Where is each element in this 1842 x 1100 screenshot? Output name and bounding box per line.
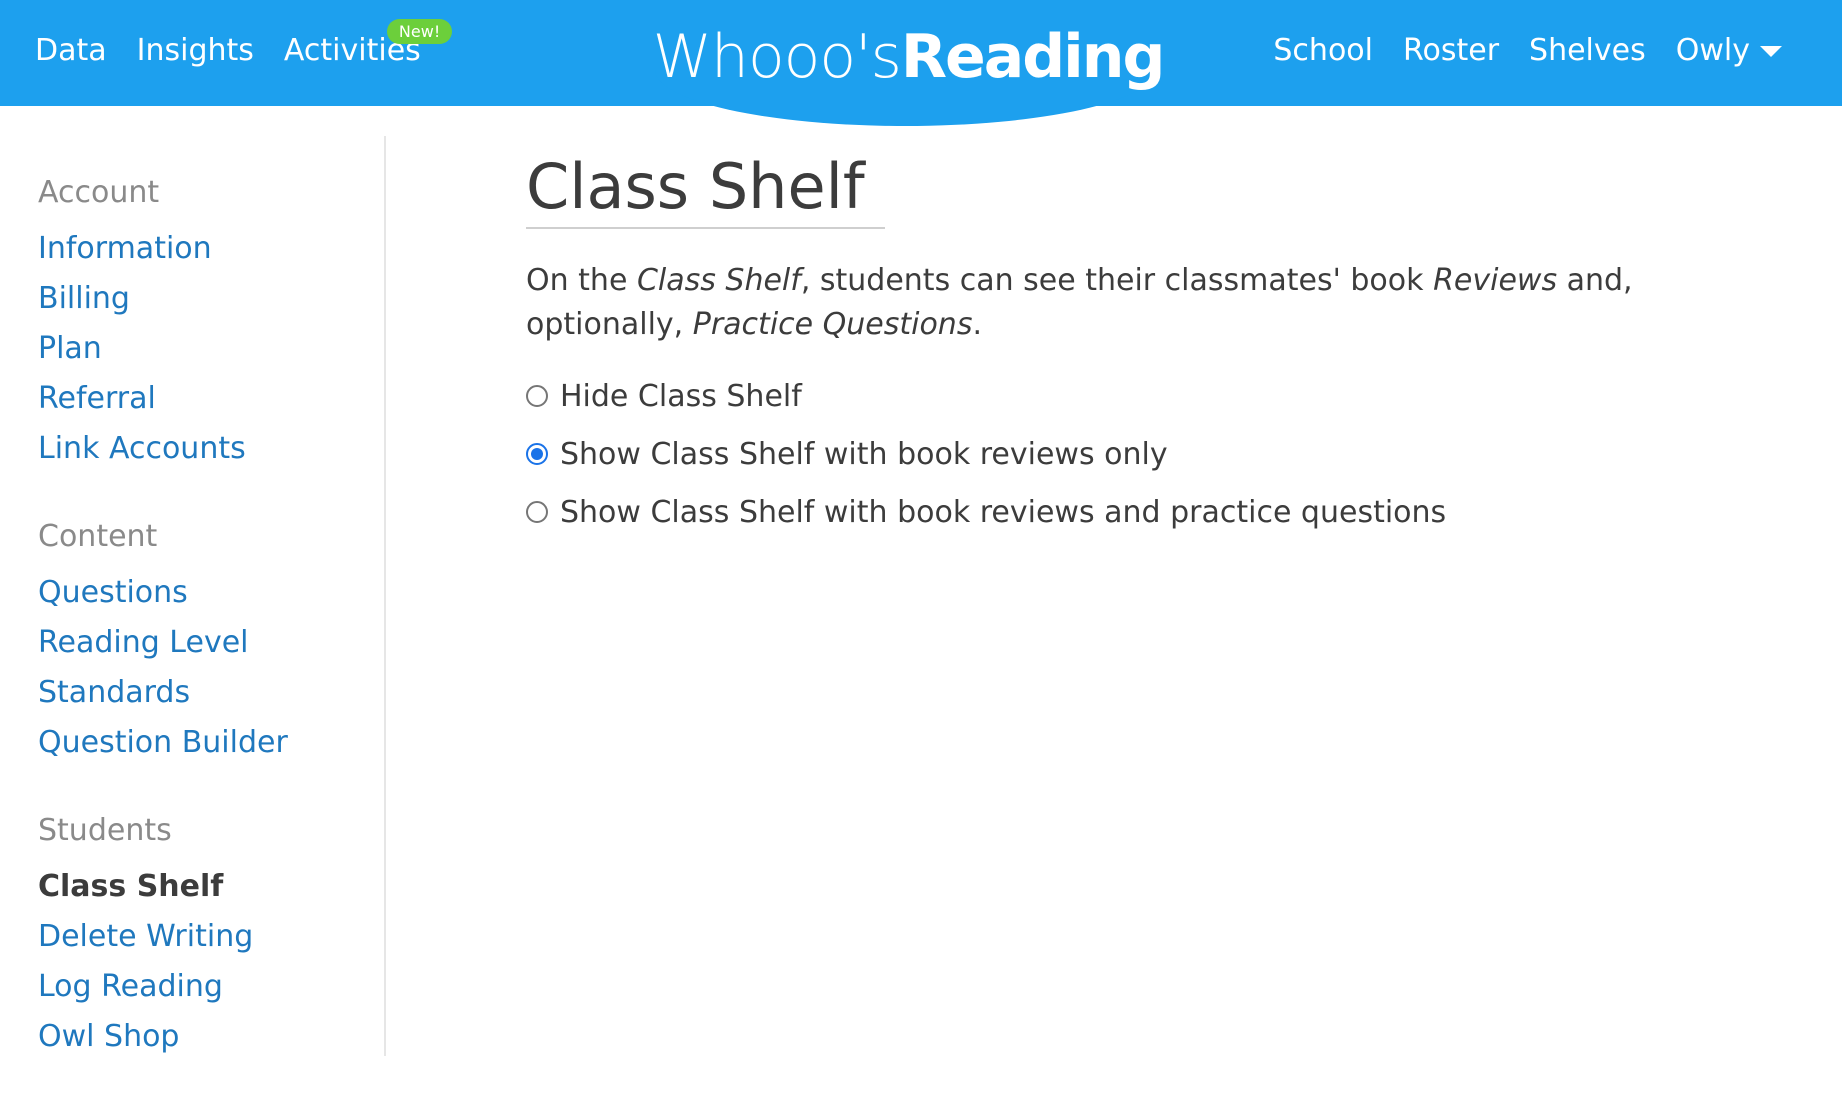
sidebar-heading-account: Account (38, 175, 160, 210)
sidebar-section-students: Students Class Shelf Delete Writing Log … (38, 806, 378, 1062)
sidebar-item-reading-level[interactable]: Reading Level (38, 618, 378, 668)
nav-left-group: Data Insights Activities New! (35, 0, 453, 100)
nav-insights-link[interactable]: Insights (137, 33, 254, 68)
desc-em-reviews: Reviews (1433, 263, 1558, 298)
sidebar-section-content: Content Questions Reading Level Standard… (38, 512, 378, 768)
settings-sidebar: Account Information Billing Plan Referra… (38, 168, 378, 1100)
caret-down-icon (1760, 45, 1782, 57)
whooos-reading-logo[interactable]: Whooo's Reading (653, 16, 1166, 98)
radio-show-reviews-only[interactable] (526, 443, 548, 465)
radio-hide-class-shelf[interactable] (526, 385, 548, 407)
sidebar-item-billing[interactable]: Billing (38, 274, 378, 324)
class-shelf-description: On the Class Shelf, students can see the… (526, 259, 1756, 347)
nav-activities-link[interactable]: Activities New! (284, 18, 453, 68)
sidebar-heading-students: Students (38, 813, 172, 848)
class-shelf-visibility-options: Hide Class Shelf Show Class Shelf with b… (526, 367, 1776, 541)
option-label-reviews-only: Show Class Shelf with book reviews only (560, 436, 1168, 472)
sidebar-item-class-shelf[interactable]: Class Shelf (38, 862, 378, 912)
main-content: Class Shelf On the Class Shelf, students… (526, 150, 1776, 541)
sidebar-item-plan[interactable]: Plan (38, 324, 378, 374)
sidebar-heading-content: Content (38, 519, 158, 554)
sidebar-item-delete-writing[interactable]: Delete Writing (38, 912, 378, 962)
sidebar-section-account: Account Information Billing Plan Referra… (38, 168, 378, 474)
desc-em-class-shelf: Class Shelf (636, 263, 801, 298)
option-label-reviews-and-questions: Show Class Shelf with book reviews and p… (560, 494, 1447, 530)
sidebar-item-referral[interactable]: Referral (38, 374, 378, 424)
sidebar-item-question-builder[interactable]: Question Builder (38, 718, 378, 768)
option-hide-class-shelf[interactable]: Hide Class Shelf (526, 367, 1776, 425)
sidebar-item-information[interactable]: Information (38, 224, 378, 274)
sidebar-item-standards[interactable]: Standards (38, 668, 378, 718)
page-title: Class Shelf (526, 150, 885, 229)
logo-text-whooos: Whooo's (652, 22, 902, 92)
sidebar-item-questions[interactable]: Questions (38, 568, 378, 618)
new-badge: New! (386, 18, 453, 44)
nav-school-link[interactable]: School (1273, 33, 1373, 68)
nav-shelves-link[interactable]: Shelves (1529, 33, 1646, 68)
radio-show-reviews-and-questions[interactable] (526, 501, 548, 523)
desc-text-1: On the (526, 263, 637, 298)
desc-text-2: , students can see their classmates' boo… (800, 263, 1434, 298)
sidebar-item-owl-shop[interactable]: Owl Shop (38, 1012, 378, 1062)
nav-roster-link[interactable]: Roster (1403, 33, 1499, 68)
nav-data-link[interactable]: Data (35, 33, 107, 68)
user-name: Owly (1675, 32, 1750, 68)
option-show-reviews-and-questions[interactable]: Show Class Shelf with book reviews and p… (526, 483, 1776, 541)
top-navigation-bar: Data Insights Activities New! Whooo's Re… (0, 0, 1842, 126)
desc-text-4: . (972, 307, 982, 342)
option-show-reviews-only[interactable]: Show Class Shelf with book reviews only (526, 425, 1776, 483)
desc-em-practice-questions: Practice Questions (692, 307, 973, 342)
nav-right-group: School Roster Shelves Owly (1243, 0, 1782, 100)
sidebar-item-link-accounts[interactable]: Link Accounts (38, 424, 378, 474)
user-menu-dropdown[interactable]: Owly (1676, 33, 1782, 68)
option-label-hide: Hide Class Shelf (560, 378, 802, 414)
sidebar-divider (384, 136, 386, 1056)
sidebar-item-log-reading[interactable]: Log Reading (38, 962, 378, 1012)
logo-text-reading: Reading (900, 22, 1166, 92)
